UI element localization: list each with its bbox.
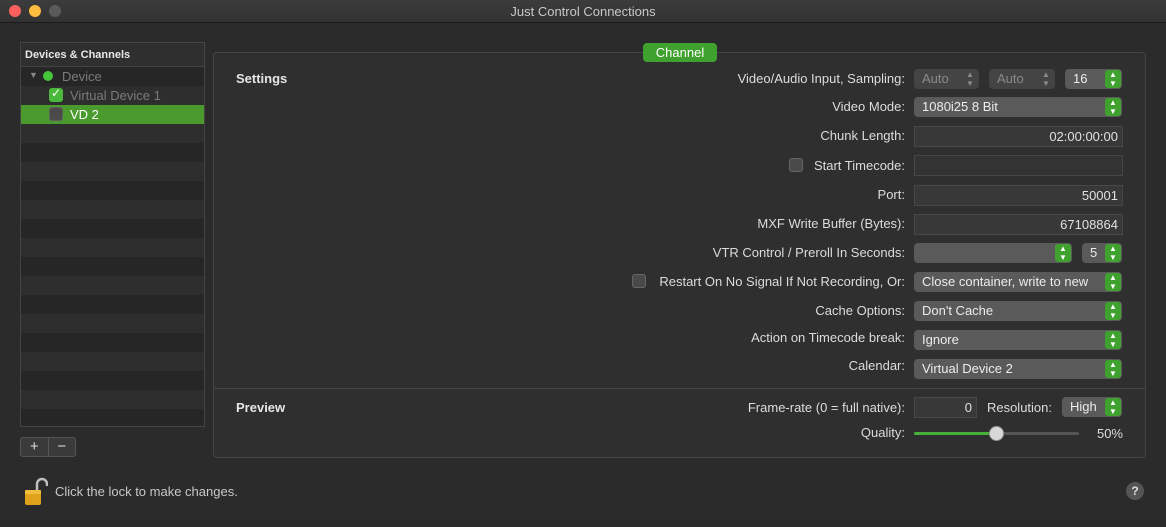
devices-channels-header: Devices & Channels	[21, 43, 204, 67]
video-input-popup[interactable]: Auto ▲ ▼	[914, 69, 979, 89]
cache-options-popup[interactable]: Don't Cache ▲ ▼	[914, 301, 1122, 321]
stepper-arrows-icon: ▲ ▼	[1105, 398, 1121, 416]
quality-label: Quality:	[860, 425, 905, 440]
port-label: Port:	[877, 187, 905, 202]
channel-label: Virtual Device 1	[70, 88, 161, 103]
channel-enabled-checkbox[interactable]	[49, 86, 63, 102]
status-dot-icon	[43, 71, 53, 81]
chunk-length-field[interactable]: 02:00:00:00	[914, 126, 1123, 147]
mxf-write-buffer-label: MXF Write Buffer (Bytes):	[757, 216, 905, 231]
calendar-label: Calendar:	[848, 358, 905, 373]
preroll-value: 5	[1090, 245, 1098, 260]
video-mode-label: Video Mode:	[832, 99, 905, 114]
quality-slider[interactable]	[914, 426, 1079, 441]
audio-input-value: Auto	[997, 71, 1024, 86]
start-timecode-field[interactable]	[914, 155, 1123, 176]
empty-row	[21, 352, 204, 371]
stepper-arrows-icon: ▲ ▼	[966, 70, 974, 88]
video-input-value: Auto	[922, 71, 949, 86]
empty-row	[21, 314, 204, 333]
empty-row	[21, 162, 204, 181]
devices-channels-list[interactable]: Devices & Channels ▼ Device Virtual Devi…	[20, 42, 205, 427]
stepper-arrows-icon: ▲ ▼	[1105, 331, 1121, 349]
timecode-break-value: Ignore	[922, 332, 959, 347]
start-timecode-label: Start Timecode:	[813, 158, 905, 173]
disclosure-triangle-icon[interactable]: ▼	[29, 70, 38, 80]
sampling-value: 16	[1073, 71, 1088, 86]
stepper-arrows-icon: ▲ ▼	[1105, 302, 1121, 320]
empty-row	[21, 124, 204, 143]
add-channel-button[interactable]: +	[21, 438, 49, 456]
restart-action-popup[interactable]: Close container, write to new ▲ ▼	[914, 272, 1122, 292]
channel-enabled-checkbox[interactable]	[49, 107, 63, 121]
resolution-popup[interactable]: High ▲ ▼	[1062, 397, 1122, 417]
stepper-arrows-icon: ▲ ▼	[1105, 244, 1121, 262]
framerate-label: Frame-rate (0 = full native):	[747, 400, 905, 415]
timecode-break-label: Action on Timecode break:	[751, 330, 905, 345]
empty-row	[21, 409, 204, 426]
calendar-popup[interactable]: Virtual Device 2 ▲ ▼	[914, 359, 1122, 379]
video-mode-popup[interactable]: 1080i25 8 Bit ▲ ▼	[914, 97, 1122, 117]
resolution-label: Resolution:	[986, 400, 1052, 415]
cache-options-value: Don't Cache	[922, 303, 994, 318]
framerate-field[interactable]: 0	[914, 397, 977, 418]
chunk-length-label: Chunk Length:	[820, 128, 905, 143]
title-bar: Just Control Connections	[0, 0, 1166, 23]
stepper-arrows-icon: ▲ ▼	[1105, 70, 1121, 88]
tab-channel[interactable]: Channel	[643, 43, 717, 62]
empty-row	[21, 333, 204, 352]
start-timecode-checkbox[interactable]	[789, 158, 803, 172]
stepper-arrows-icon: ▲ ▼	[1105, 273, 1121, 291]
calendar-value: Virtual Device 2	[922, 361, 1013, 376]
device-label: Device	[62, 69, 102, 84]
empty-row	[21, 181, 204, 200]
add-remove-control: + −	[20, 437, 76, 457]
empty-row	[21, 238, 204, 257]
cache-options-label: Cache Options:	[815, 303, 905, 318]
empty-row	[21, 371, 204, 390]
channel-row-vd-2[interactable]: VD 2	[21, 105, 204, 124]
timecode-break-popup[interactable]: Ignore ▲ ▼	[914, 330, 1122, 350]
restart-action-value: Close container, write to new	[922, 274, 1089, 289]
unlock-icon[interactable]	[24, 477, 48, 507]
quality-value: 50%	[1096, 426, 1123, 441]
device-row[interactable]: ▼ Device	[21, 67, 204, 86]
empty-row	[21, 143, 204, 162]
help-button[interactable]: ?	[1126, 482, 1144, 500]
restart-on-no-signal-checkbox[interactable]	[632, 274, 646, 288]
settings-section-label: Settings	[236, 71, 288, 86]
video-audio-input-label: Video/Audio Input, Sampling:	[737, 71, 905, 86]
sampling-popup[interactable]: 16 ▲ ▼	[1065, 69, 1122, 89]
stepper-arrows-icon: ▲ ▼	[1105, 98, 1121, 116]
video-mode-value: 1080i25 8 Bit	[922, 99, 998, 114]
channel-row-virtual-device-1[interactable]: Virtual Device 1	[21, 86, 204, 105]
channel-label: VD 2	[70, 107, 99, 122]
stepper-arrows-icon: ▲ ▼	[1105, 360, 1121, 378]
resolution-value: High	[1070, 399, 1097, 414]
empty-row	[21, 200, 204, 219]
empty-row	[21, 276, 204, 295]
preroll-popup[interactable]: 5 ▲ ▼	[1082, 243, 1122, 263]
restart-on-no-signal-label: Restart On No Signal If Not Recording, O…	[659, 274, 905, 289]
remove-channel-button[interactable]: −	[49, 438, 76, 456]
section-divider	[214, 388, 1145, 389]
empty-row	[21, 257, 204, 276]
vtr-control-popup[interactable]: ▲ ▼	[914, 243, 1072, 263]
lock-hint-text: Click the lock to make changes.	[55, 484, 238, 499]
mxf-write-buffer-field[interactable]: 67108864	[914, 214, 1123, 235]
quality-slider-knob[interactable]	[989, 426, 1004, 441]
vtr-control-label: VTR Control / Preroll In Seconds:	[712, 245, 905, 260]
empty-row	[21, 390, 204, 409]
port-field[interactable]: 50001	[914, 185, 1123, 206]
empty-row	[21, 295, 204, 314]
preview-section-label: Preview	[236, 400, 286, 415]
stepper-arrows-icon: ▲ ▼	[1042, 70, 1050, 88]
audio-input-popup[interactable]: Auto ▲ ▼	[989, 69, 1055, 89]
quality-slider-fill	[914, 432, 997, 435]
window-title: Just Control Connections	[510, 4, 656, 19]
empty-row	[21, 219, 204, 238]
stepper-arrows-icon: ▲ ▼	[1055, 244, 1071, 262]
